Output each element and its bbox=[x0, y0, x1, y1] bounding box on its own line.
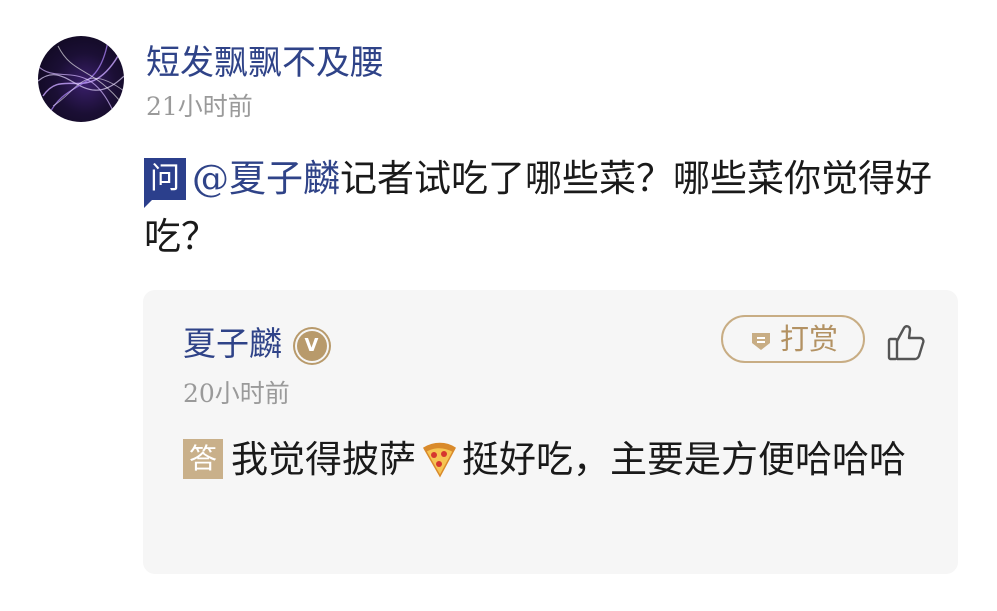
tip-button[interactable]: 打赏 bbox=[721, 315, 865, 363]
question-timestamp: 21小时前 bbox=[146, 92, 253, 121]
answer-author[interactable]: 夏子麟 V bbox=[183, 322, 327, 366]
thumbs-up-icon[interactable] bbox=[885, 322, 927, 364]
avatar[interactable] bbox=[38, 36, 124, 122]
question-text: 问 @夏子麟记者试吃了哪些菜？哪些菜你觉得好吃？ bbox=[144, 150, 944, 266]
question-author[interactable]: 短发飘飘不及腰 bbox=[146, 40, 384, 86]
question-badge: 问 bbox=[144, 158, 186, 208]
answer-badge: 答 bbox=[183, 439, 224, 479]
answer-timestamp: 20小时前 bbox=[183, 379, 290, 408]
answer-body-end: 挺好吃，主要是方便哈哈哈 bbox=[462, 438, 907, 481]
tip-label: 打赏 bbox=[779, 322, 838, 356]
avatar-image bbox=[38, 40, 124, 117]
verified-v-icon: V bbox=[296, 331, 327, 361]
tip-gem-icon bbox=[751, 333, 770, 350]
answer-author-name[interactable]: 夏子麟 bbox=[183, 324, 282, 363]
pizza-icon bbox=[422, 442, 456, 478]
answer-body-start: 我觉得披萨 bbox=[231, 438, 417, 481]
answer-text: 答我觉得披萨 挺好吃，主要是方便哈哈哈 bbox=[183, 430, 923, 490]
mention-link[interactable]: @夏子麟 bbox=[192, 157, 340, 200]
answer-card: 夏子麟 V 打赏 20小时前 答我觉得披萨 挺好吃，主要是方便哈哈哈 bbox=[143, 290, 958, 574]
